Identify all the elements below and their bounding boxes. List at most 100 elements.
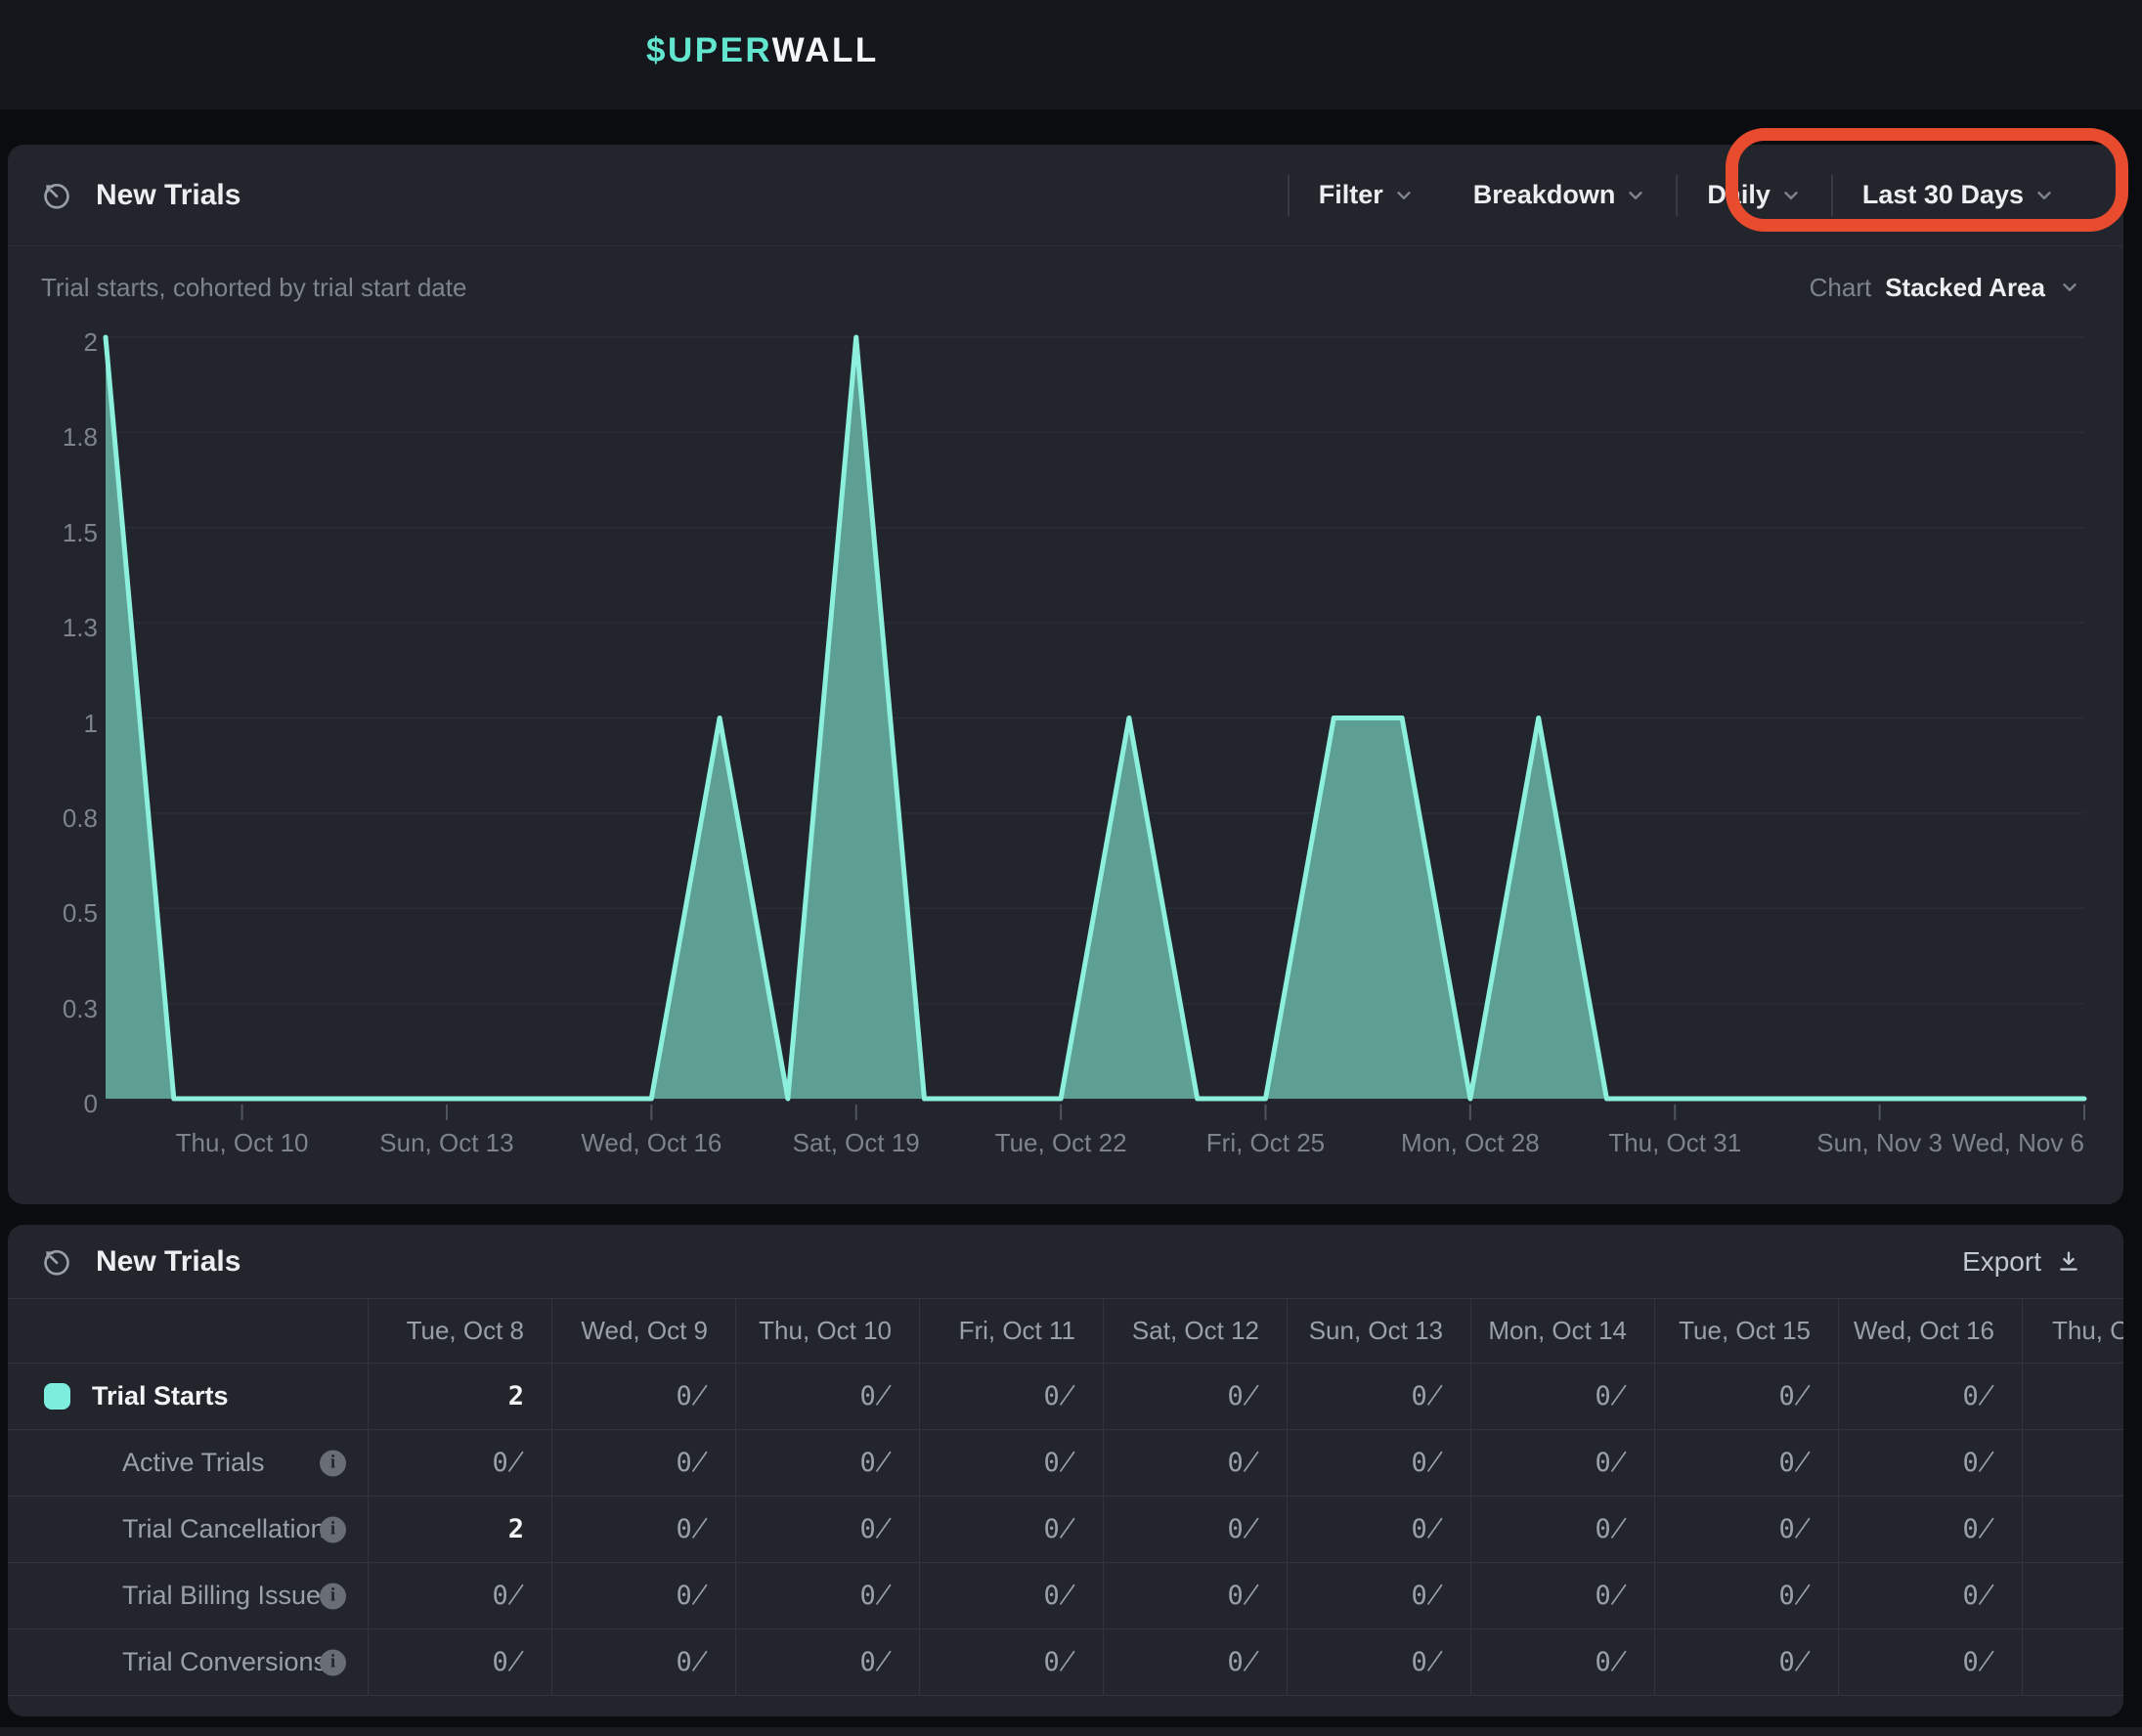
value-cell: 0̸ xyxy=(369,1430,552,1496)
cell-value: 0̸ xyxy=(859,1514,892,1544)
value-cell: 0̸ xyxy=(552,1364,736,1429)
trials-area-chart[interactable] xyxy=(98,332,2092,1124)
logo-primary: $UPER xyxy=(646,31,772,69)
cell-value: 0̸ xyxy=(492,1647,524,1677)
cell-value: 0̸ xyxy=(1778,1448,1811,1478)
cell-value: 0̸ xyxy=(1595,1647,1627,1677)
value-cell: 0̸ xyxy=(1839,1430,2023,1496)
top-nav-bar: $UPERWALL xyxy=(0,0,2142,109)
cell-value: 0̸ xyxy=(1227,1647,1259,1677)
value-cell: 0̸ xyxy=(1839,1364,2023,1429)
chart-controls: Filter Breakdown Daily Last 30 Days xyxy=(1288,175,2084,216)
cell-value: 0̸ xyxy=(1411,1448,1443,1478)
cell-value: 0̸ xyxy=(1778,1647,1811,1677)
value-cell: 0̸ xyxy=(736,1497,920,1562)
new-trials-table-panel: New Trials Export Tue, Oct 8 Wed, Oct 9 Th… xyxy=(8,1225,2123,1716)
new-trials-chart-panel: New Trials Filter Breakdown Daily Last 3… xyxy=(8,145,2123,1204)
column-header-label: Wed, Oct 9 xyxy=(581,1316,708,1346)
timer-icon xyxy=(41,180,72,211)
column-header-6: Sun, Oct 13 xyxy=(1288,1299,1471,1363)
cell-value: 0̸ xyxy=(676,1381,708,1411)
date-range-dropdown[interactable]: Last 30 Days xyxy=(1833,180,2084,210)
value-cell-clipped xyxy=(2023,1629,2123,1695)
x-axis-tick-label: Wed, Oct 16 xyxy=(581,1126,721,1159)
x-axis-tick-label: Fri, Oct 25 xyxy=(1206,1126,1325,1159)
table-corner-cell xyxy=(8,1299,369,1363)
row-label: Trial Cancellations xyxy=(44,1514,338,1544)
x-axis-tick-label: Mon, Oct 28 xyxy=(1401,1126,1540,1159)
value-cell: 0̸ xyxy=(1288,1497,1471,1562)
column-header-label: Thu, Oct 17 xyxy=(2052,1316,2123,1346)
timer-icon xyxy=(41,1246,72,1278)
y-axis-tick-label: 2 xyxy=(29,326,98,358)
x-axis-tick-label: Tue, Oct 22 xyxy=(995,1126,1127,1159)
cell-value: 0̸ xyxy=(859,1448,892,1478)
column-header-4: Fri, Oct 11 xyxy=(920,1299,1104,1363)
info-icon[interactable]: i xyxy=(320,1450,346,1476)
breakdown-dropdown[interactable]: Breakdown xyxy=(1444,180,1677,210)
column-header-10: Thu, Oct 17 xyxy=(2023,1299,2123,1363)
info-icon[interactable]: i xyxy=(320,1649,346,1675)
export-button[interactable]: Export xyxy=(1962,1246,2082,1278)
chevron-down-icon xyxy=(1780,185,1802,206)
cell-value: 0̸ xyxy=(1595,1381,1627,1411)
value-cell: 0̸ xyxy=(552,1497,736,1562)
value-cell: 0̸ xyxy=(1288,1629,1471,1695)
value-cell: 0̸ xyxy=(920,1364,1104,1429)
x-axis-tick-label: Wed, Nov 6 xyxy=(1830,1126,2084,1159)
chart-panel-header: New Trials Filter Breakdown Daily Last 3… xyxy=(8,145,2123,246)
trials-table: Tue, Oct 8 Wed, Oct 9 Thu, Oct 10Fri, Oct … xyxy=(8,1298,2123,1696)
cell-value: 0̸ xyxy=(676,1514,708,1544)
chart-type-dropdown[interactable]: Chart Stacked Area xyxy=(1810,273,2080,303)
y-axis-tick-label: 1.5 xyxy=(29,517,98,548)
cell-value: 0̸ xyxy=(1778,1381,1811,1411)
cell-value: 0̸ xyxy=(1227,1381,1259,1411)
cell-value: 0̸ xyxy=(859,1647,892,1677)
table-panel-title: New Trials xyxy=(96,1245,240,1279)
value-cell: 2 xyxy=(369,1364,552,1429)
info-icon[interactable]: i xyxy=(320,1583,346,1609)
x-axis-tick-label: Thu, Oct 10 xyxy=(176,1126,309,1159)
column-header-3: Thu, Oct 10 xyxy=(736,1299,920,1363)
cell-value: 0̸ xyxy=(1962,1514,1994,1544)
row-label-cell: Trial Starts xyxy=(8,1364,369,1429)
value-cell: 0̸ xyxy=(1471,1364,1655,1429)
superwall-logo: $UPERWALL xyxy=(646,31,879,70)
column-header-label: Mon, Oct 14 xyxy=(1488,1316,1627,1346)
row-label: Trial Starts xyxy=(92,1381,229,1411)
row-label-cell: Trial Billing Issuesi xyxy=(8,1563,369,1628)
cell-value: 0̸ xyxy=(1043,1581,1075,1611)
value-cell: 0̸ xyxy=(1288,1430,1471,1496)
cell-value: 0̸ xyxy=(492,1448,524,1478)
granularity-dropdown[interactable]: Daily xyxy=(1678,180,1831,210)
value-cell: 0̸ xyxy=(1839,1629,2023,1695)
cell-value: 0̸ xyxy=(492,1581,524,1611)
value-cell: 0̸ xyxy=(552,1629,736,1695)
cell-value: 0̸ xyxy=(1962,1581,1994,1611)
value-cell: 0̸ xyxy=(1288,1364,1471,1429)
cell-value: 0̸ xyxy=(1411,1514,1443,1544)
chevron-down-icon xyxy=(2033,185,2055,206)
row-label-cell: Trial Cancellationsi xyxy=(8,1497,369,1562)
cell-value: 0̸ xyxy=(1043,1381,1075,1411)
cell-value: 0̸ xyxy=(1595,1581,1627,1611)
cell-value: 0̸ xyxy=(676,1581,708,1611)
value-cell: 0̸ xyxy=(736,1364,920,1429)
cell-value: 2 xyxy=(508,1514,524,1544)
column-header-1: Tue, Oct 8 xyxy=(369,1299,552,1363)
cell-value: 0̸ xyxy=(1411,1647,1443,1677)
value-cell: 0̸ xyxy=(1655,1629,1839,1695)
cell-value: 0̸ xyxy=(859,1381,892,1411)
value-cell: 0̸ xyxy=(1104,1629,1288,1695)
cell-value: 0̸ xyxy=(1595,1514,1627,1544)
filter-dropdown[interactable]: Filter xyxy=(1290,180,1444,210)
granularity-label: Daily xyxy=(1707,180,1770,210)
value-cell: 0̸ xyxy=(1104,1497,1288,1562)
horizontal-scrollbar-track[interactable] xyxy=(0,1727,2142,1736)
info-icon[interactable]: i xyxy=(320,1516,346,1542)
cell-value: 0̸ xyxy=(1227,1514,1259,1544)
value-cell-clipped xyxy=(2023,1430,2123,1496)
column-header-8: Tue, Oct 15 xyxy=(1655,1299,1839,1363)
cell-value: 2 xyxy=(508,1381,524,1411)
chart-subtitle: Trial starts, cohorted by trial start da… xyxy=(41,273,466,303)
